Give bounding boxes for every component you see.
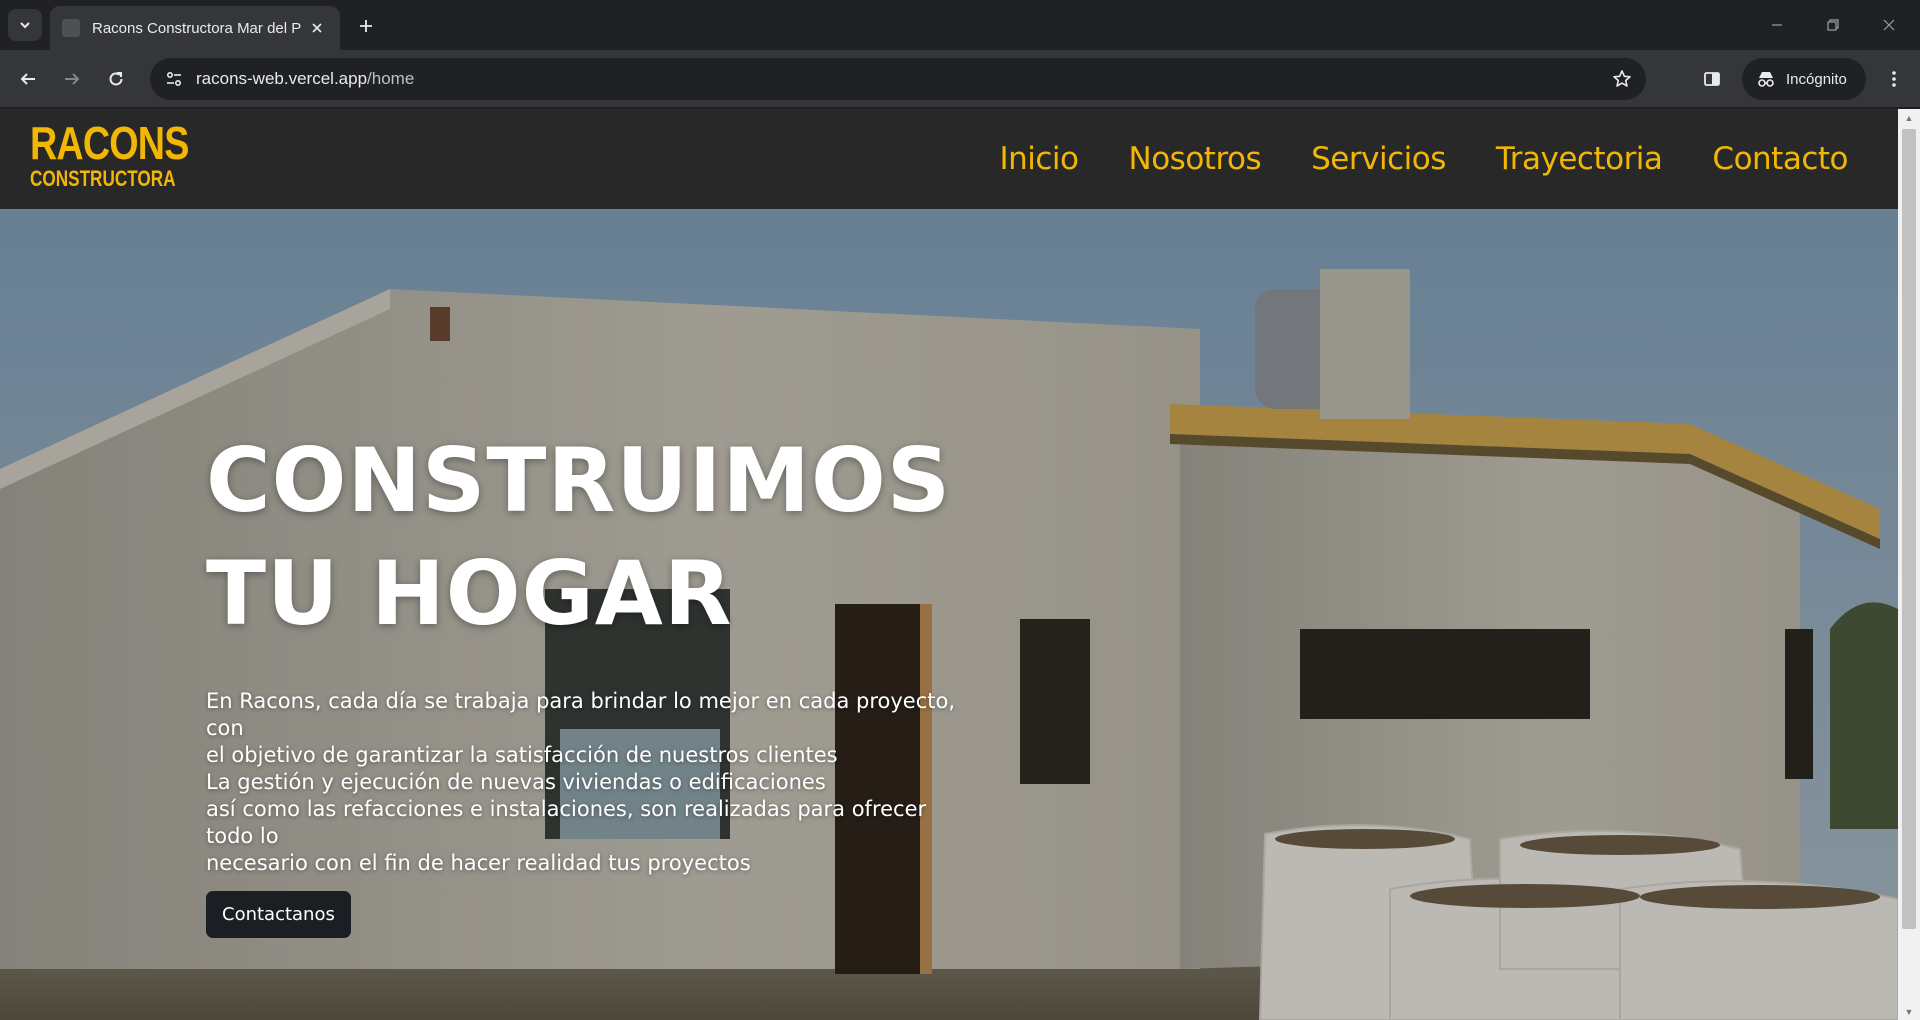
nav-contacto[interactable]: Contacto <box>1712 141 1848 177</box>
site-info-button[interactable] <box>160 65 188 93</box>
logo-line-2: CONSTRUCTORA <box>30 166 176 191</box>
browser-tab-bar: Racons Constructora Mar del Pl <box>0 0 1920 50</box>
nav-trayectoria[interactable]: Trayectoria <box>1496 141 1663 177</box>
hero-description-line: necesario con el fin de hacer realidad t… <box>206 851 751 875</box>
browser-menu-button[interactable] <box>1878 63 1910 95</box>
hero-title-line-2: TU HOGAR <box>206 542 733 645</box>
site-header: RACONS CONSTRUCTORA Inicio Nosotros Serv… <box>0 109 1898 209</box>
side-panel-button[interactable] <box>1696 63 1728 95</box>
tab-close-button[interactable] <box>306 17 328 39</box>
arrow-left-icon <box>20 73 35 85</box>
hero-description-line: el objetivo de garantizar la satisfacció… <box>206 743 838 767</box>
hero-description-line: así como las refacciones e instalaciones… <box>206 797 927 848</box>
hero-description-line: La gestión y ejecución de nuevas viviend… <box>206 770 826 794</box>
star-icon <box>1613 70 1631 87</box>
hero-description: En Racons, cada día se trabaja para brin… <box>206 688 966 877</box>
reload-button[interactable] <box>100 63 132 95</box>
incognito-label: Incógnito <box>1786 70 1847 88</box>
tab-title: Racons Constructora Mar del Pl <box>92 19 302 37</box>
bookmark-star-button[interactable] <box>1610 67 1634 91</box>
close-icon <box>312 23 322 33</box>
page-scrollbar[interactable]: ▲ ▼ <box>1898 109 1920 1020</box>
logo-line-1: RACONS <box>30 117 189 169</box>
forward-button[interactable] <box>56 63 88 95</box>
hero-title-line-1: CONSTRUIMOS <box>206 429 952 532</box>
incognito-indicator[interactable]: Incógnito <box>1742 58 1866 100</box>
url-path: /home <box>367 69 415 88</box>
contactanos-button[interactable]: Contactanos <box>206 891 351 938</box>
hero-content: CONSTRUIMOS TU HOGAR En Racons, cada día… <box>206 424 966 938</box>
scroll-down-arrow-icon[interactable]: ▼ <box>1904 1007 1914 1017</box>
scroll-up-arrow-icon[interactable]: ▲ <box>1904 113 1914 123</box>
close-window-button[interactable] <box>1874 12 1904 38</box>
incognito-icon <box>1758 72 1774 87</box>
restore-icon <box>1827 19 1839 31</box>
new-tab-button[interactable] <box>352 12 380 40</box>
racons-logo[interactable]: RACONS CONSTRUCTORA <box>30 117 189 199</box>
close-icon <box>1883 19 1895 31</box>
nav-inicio[interactable]: Inicio <box>999 141 1079 177</box>
restore-button[interactable] <box>1818 12 1848 38</box>
scrollbar-thumb[interactable] <box>1902 129 1916 929</box>
browser-toolbar: racons-web.vercel.app/home Incógnito <box>0 50 1920 108</box>
nav-servicios[interactable]: Servicios <box>1311 141 1446 177</box>
hero-title: CONSTRUIMOS TU HOGAR <box>206 424 966 650</box>
tune-icon <box>166 71 182 87</box>
browser-tab-active[interactable]: Racons Constructora Mar del Pl <box>50 6 340 50</box>
reload-icon <box>109 72 123 86</box>
plus-icon <box>360 20 372 32</box>
favicon-icon <box>62 19 80 37</box>
arrow-right-icon <box>65 73 80 85</box>
page-viewport: RACONS CONSTRUCTORA Inicio Nosotros Serv… <box>0 109 1898 1020</box>
more-vertical-icon <box>1892 71 1896 87</box>
chevron-down-icon <box>20 22 30 29</box>
side-panel-icon <box>1704 72 1720 86</box>
back-button[interactable] <box>12 63 44 95</box>
tab-search-button[interactable] <box>8 9 42 41</box>
url-host: racons-web.vercel.app <box>196 69 368 88</box>
url-text: racons-web.vercel.app/home <box>196 69 414 89</box>
minimize-button[interactable] <box>1762 12 1792 38</box>
main-nav: Inicio Nosotros Servicios Trayectoria Co… <box>999 109 1848 209</box>
address-bar[interactable]: racons-web.vercel.app/home <box>150 58 1646 100</box>
minimize-icon <box>1772 24 1782 26</box>
hero-description-line: En Racons, cada día se trabaja para brin… <box>206 689 956 740</box>
nav-nosotros[interactable]: Nosotros <box>1129 141 1262 177</box>
hero-section: CONSTRUIMOS TU HOGAR En Racons, cada día… <box>0 209 1898 1020</box>
